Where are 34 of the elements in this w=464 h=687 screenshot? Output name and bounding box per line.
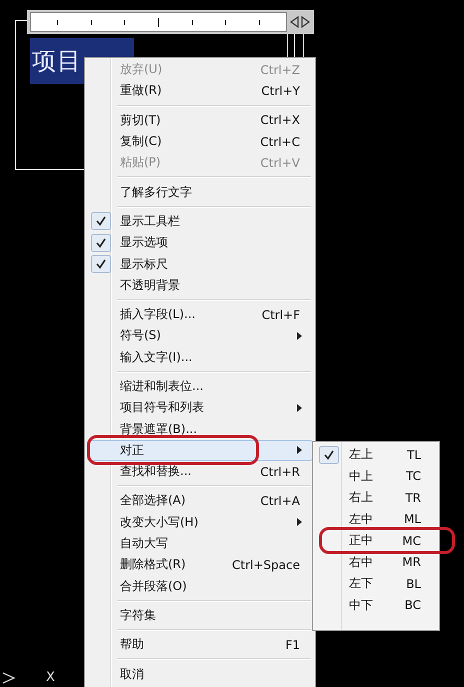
menu-item[interactable]: 不透明背景 <box>87 274 313 296</box>
menu-item[interactable]: 右中 MR <box>315 552 437 573</box>
menu-item[interactable]: 显示标尺 <box>87 253 313 275</box>
menu-item[interactable]: 取消 <box>87 663 313 685</box>
ruler[interactable] <box>27 10 314 34</box>
menu-item[interactable]: 改变大小写(H) <box>87 512 313 533</box>
menu-item[interactable]: 查找和替换... Ctrl+R <box>87 461 313 482</box>
menu-item[interactable]: 左下 BL <box>315 573 437 594</box>
menu-item[interactable]: 对正 <box>87 440 313 462</box>
menu-item[interactable]: 显示工具栏 <box>87 210 313 232</box>
menu-item[interactable]: 全部选择(A) Ctrl+A <box>87 490 313 512</box>
menu-item[interactable]: 缩进和制表位... <box>87 376 313 398</box>
menu-item[interactable]: 剪切(T) Ctrl+X <box>87 110 313 131</box>
ucs-icon <box>2 670 16 684</box>
menu-item[interactable]: 左上 TL <box>315 444 437 466</box>
menu-item[interactable]: 右上 TR <box>315 487 437 508</box>
menu-item[interactable]: 符号(S) <box>87 325 313 347</box>
menu-item[interactable]: 插入字段(L)... Ctrl+F <box>87 304 313 326</box>
indent-arrows-icon[interactable] <box>289 15 311 29</box>
menu-item[interactable]: 了解多行文字 <box>87 181 313 203</box>
menu-item[interactable]: 字符集 <box>87 604 313 626</box>
menu-item[interactable]: 背景遮罩(B)... <box>87 418 313 440</box>
menu-item[interactable]: 中下 BC <box>315 594 437 616</box>
menu-item[interactable]: 自动大写 <box>87 532 313 554</box>
menu-item[interactable]: 显示选项 <box>87 232 313 254</box>
menu-item[interactable]: 帮助 F1 <box>87 634 313 656</box>
menu-item[interactable]: 中上 TC <box>315 466 437 487</box>
menu-item[interactable]: 复制(C) Ctrl+C <box>87 130 313 152</box>
menu-item[interactable]: 输入文字(I)... <box>87 346 313 368</box>
menu-item[interactable]: 项目符号和列表 <box>87 397 313 418</box>
menu-item[interactable]: 左中 ML <box>315 508 437 530</box>
menu-item[interactable]: 删除格式(R) Ctrl+Space <box>87 554 313 576</box>
menu-item[interactable]: 合并段落(O) <box>87 576 313 597</box>
axis-label: X <box>46 670 55 685</box>
